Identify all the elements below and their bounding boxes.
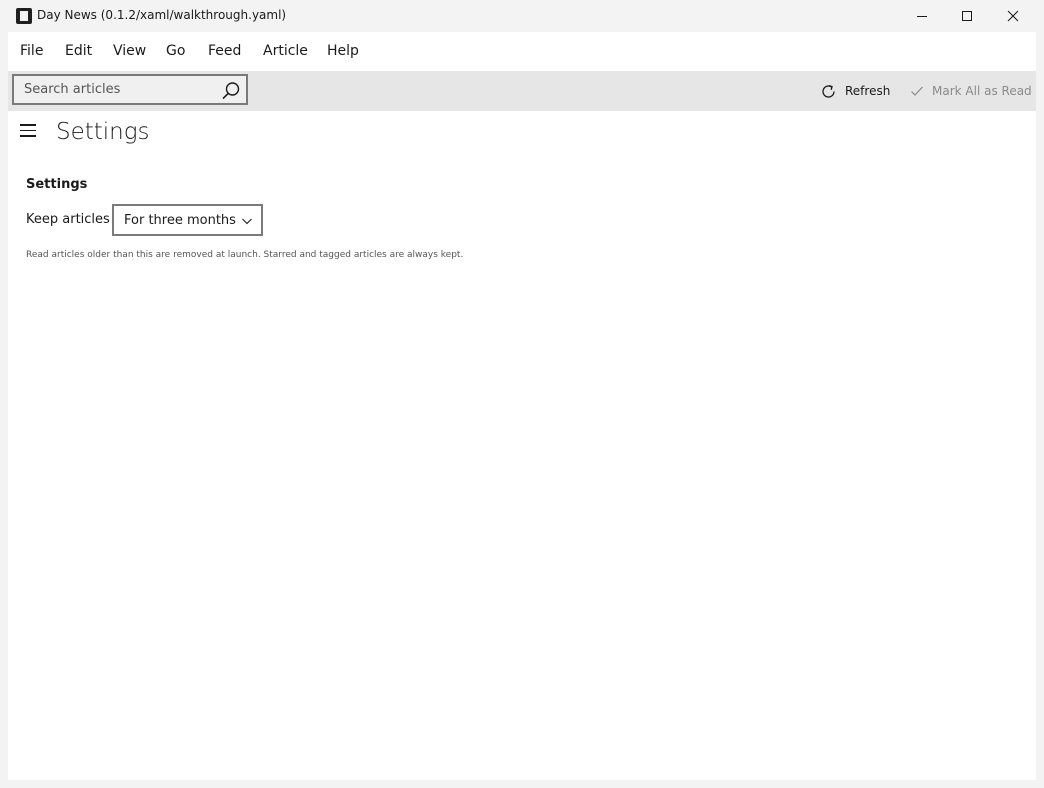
title-bar: Day News (0.1.2/xaml/walkthrough.yaml) bbox=[0, 0, 1044, 32]
maximize-button[interactable] bbox=[944, 0, 990, 32]
toolbar: Search articles Refresh Mark All as Read bbox=[8, 71, 1036, 111]
menu-help[interactable]: Help bbox=[327, 43, 359, 59]
window-title: Day News (0.1.2/xaml/walkthrough.yaml) bbox=[37, 8, 287, 22]
keep-articles-help-text: Read articles older than this are remove… bbox=[26, 250, 464, 260]
search-input[interactable]: Search articles bbox=[12, 74, 248, 105]
keep-articles-dropdown[interactable]: For three months bbox=[112, 204, 263, 236]
search-icon[interactable] bbox=[221, 81, 241, 101]
refresh-label: Refresh bbox=[845, 84, 891, 98]
section-heading: Settings bbox=[26, 177, 88, 192]
menu-feed[interactable]: Feed bbox=[208, 43, 241, 59]
menu-view[interactable]: View bbox=[113, 43, 146, 59]
menu-go[interactable]: Go bbox=[166, 43, 185, 59]
close-icon bbox=[1007, 10, 1019, 22]
chevron-down-icon bbox=[242, 218, 252, 225]
menu-edit[interactable]: Edit bbox=[65, 43, 92, 59]
maximize-icon bbox=[962, 11, 972, 21]
mark-all-read-button[interactable]: Mark All as Read bbox=[910, 71, 1032, 111]
keep-articles-label: Keep articles bbox=[26, 212, 110, 227]
minimize-button[interactable] bbox=[899, 0, 945, 32]
mark-all-read-label: Mark All as Read bbox=[932, 84, 1032, 98]
minimize-icon bbox=[917, 16, 927, 17]
menu-bar: File Edit View Go Feed Article Help bbox=[8, 32, 1036, 71]
refresh-icon bbox=[822, 84, 835, 98]
keep-articles-value: For three months bbox=[124, 213, 236, 228]
checkmark-icon bbox=[911, 86, 923, 96]
close-button[interactable] bbox=[990, 0, 1036, 32]
app-icon bbox=[16, 8, 32, 24]
search-placeholder: Search articles bbox=[24, 82, 121, 97]
page-title: Settings bbox=[56, 119, 150, 145]
menu-article[interactable]: Article bbox=[263, 43, 308, 59]
main-window-content: File Edit View Go Feed Article Help Sear… bbox=[8, 32, 1036, 780]
hamburger-menu-icon[interactable] bbox=[20, 124, 36, 138]
refresh-button[interactable]: Refresh bbox=[820, 71, 890, 111]
menu-file[interactable]: File bbox=[20, 43, 43, 59]
